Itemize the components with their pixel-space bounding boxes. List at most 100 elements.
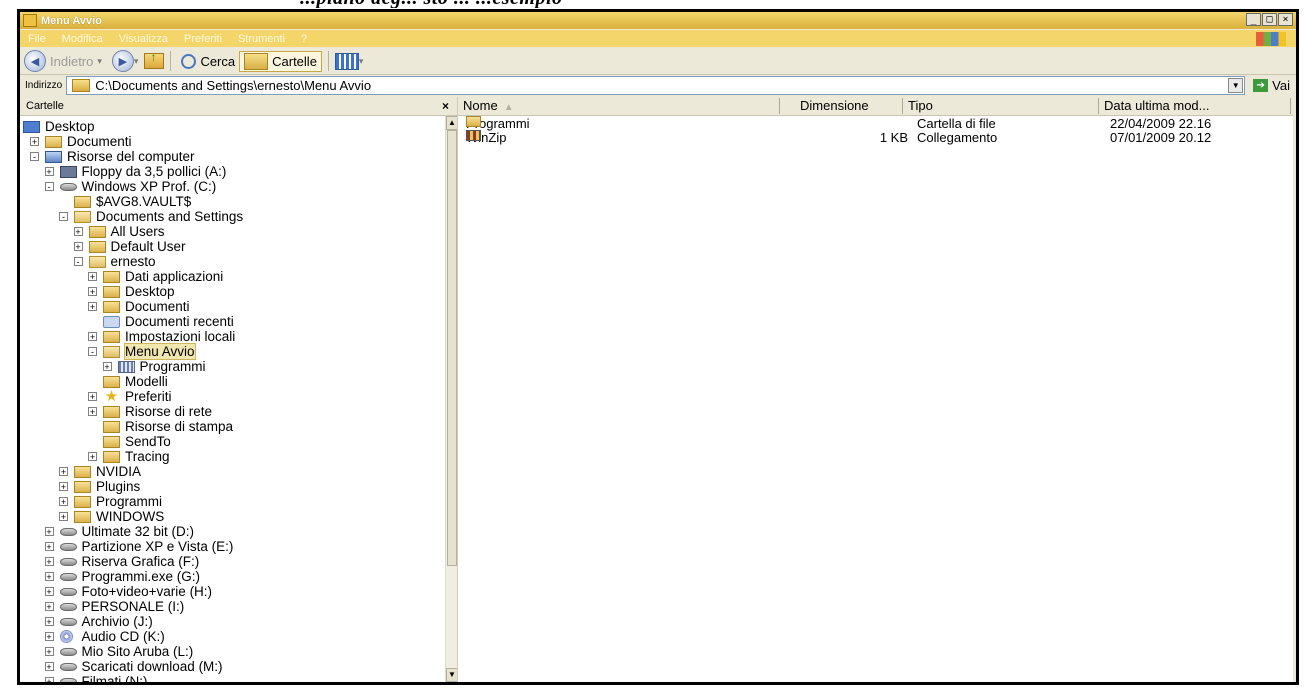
tree-item[interactable]: - ernesto (73, 254, 156, 269)
tree-item[interactable]: + All Users (73, 224, 165, 239)
expand-icon[interactable]: + (88, 332, 97, 342)
tree-item[interactable]: Desktop (23, 119, 95, 134)
expand-icon[interactable]: + (59, 512, 68, 522)
tree-item[interactable]: + NVIDIA (59, 464, 141, 479)
expand-icon[interactable]: + (44, 632, 54, 642)
expand-icon[interactable]: + (59, 497, 68, 507)
menu-visualizza[interactable]: Visualizza (119, 33, 168, 45)
tree-item[interactable]: + Documenti (88, 299, 190, 314)
tree-scrollbar[interactable]: ▲ ▼ (445, 116, 457, 682)
menu-preferiti[interactable]: Preferiti (184, 33, 222, 45)
expand-icon[interactable]: + (88, 407, 97, 417)
expand-icon[interactable]: + (44, 602, 54, 612)
expand-icon[interactable]: + (88, 287, 97, 297)
expand-icon[interactable]: + (88, 392, 97, 402)
go-button[interactable]: ➔ Vai (1253, 78, 1290, 93)
tree-item[interactable]: + PERSONALE (I:) (44, 599, 184, 614)
tree-item[interactable]: + Archivio (J:) (44, 614, 153, 629)
expand-icon[interactable]: + (44, 617, 54, 627)
menu-help[interactable]: ? (301, 33, 307, 45)
expand-icon[interactable]: + (44, 647, 54, 657)
tree-item[interactable]: + Impostazioni locali (88, 329, 235, 344)
file-row[interactable]: WinZip 1 KB Collegamento 07/01/2009 20.12 (466, 130, 1286, 145)
collapse-icon[interactable]: - (59, 212, 68, 222)
tree-item[interactable]: + ★ Preferiti (88, 389, 172, 404)
tree-item[interactable]: + Programmi (59, 494, 162, 509)
tree-item[interactable]: + Partizione XP e Vista (E:) (44, 539, 233, 554)
close-button[interactable]: × (1278, 13, 1293, 26)
tree-item[interactable]: + Desktop (88, 284, 175, 299)
tree-item[interactable]: + Foto+video+varie (H:) (44, 584, 212, 599)
scroll-up-icon[interactable]: ▲ (446, 116, 457, 130)
tree-item[interactable]: + Riserva Grafica (F:) (44, 554, 199, 569)
tree-item[interactable]: + Programmi.exe (G:) (44, 569, 200, 584)
column-name[interactable]: Nome ▲ (458, 98, 780, 114)
expand-icon[interactable]: + (88, 272, 97, 282)
tree-item[interactable]: + Risorse di rete (88, 404, 212, 419)
folders-button[interactable]: Cartelle (239, 50, 322, 72)
tree-item[interactable]: + Tracing (88, 449, 170, 464)
expand-icon[interactable]: + (44, 572, 54, 582)
menu-strumenti[interactable]: Strumenti (238, 33, 285, 45)
expand-icon[interactable]: + (59, 482, 68, 492)
collapse-icon[interactable]: - (30, 152, 39, 162)
back-dropdown-icon[interactable]: ▾ (97, 56, 102, 67)
expand-icon[interactable]: + (44, 587, 54, 597)
tree-item[interactable]: + Floppy da 3,5 pollici (A:) (44, 164, 226, 179)
collapse-icon[interactable]: - (88, 347, 97, 357)
column-date[interactable]: Data ultima mod... (1099, 98, 1291, 114)
minimize-button[interactable]: _ (1246, 13, 1261, 26)
expand-icon[interactable]: + (88, 302, 97, 312)
tree-item[interactable]: SendTo (88, 434, 171, 449)
tree-item[interactable]: - Windows XP Prof. (C:) (44, 179, 216, 194)
back-arrow-icon[interactable]: ◀ (24, 50, 46, 72)
expand-icon[interactable]: + (88, 452, 97, 462)
expand-icon[interactable]: + (44, 662, 54, 672)
views-dropdown-icon[interactable]: ▾ (359, 56, 364, 67)
menu-modifica[interactable]: Modifica (62, 33, 103, 45)
file-row[interactable]: Programmi Cartella di file 22/04/2009 22.1… (466, 116, 1286, 131)
tree-item[interactable]: $AVG8.VAULT$ (59, 194, 191, 209)
back-button[interactable]: Indietro (50, 54, 93, 69)
scroll-down-icon[interactable]: ▼ (446, 668, 457, 682)
tree-item[interactable]: + Scaricati download (M:) (44, 659, 223, 674)
expand-icon[interactable]: + (44, 167, 54, 177)
address-input[interactable]: C:\Documents and Settings\ernesto\Menu A… (66, 75, 1246, 95)
forward-button[interactable]: ▶ (111, 50, 134, 72)
views-icon[interactable] (334, 52, 359, 70)
tree-item[interactable]: - Menu Avvio (88, 343, 196, 360)
maximize-button[interactable]: □ (1262, 13, 1277, 26)
forward-dropdown-icon[interactable]: ▾ (134, 56, 139, 67)
tree-item[interactable]: + Plugins (59, 479, 140, 494)
expand-icon[interactable]: + (102, 362, 112, 372)
collapse-icon[interactable]: - (44, 182, 54, 192)
tree-item[interactable]: + Filmati (N:) (44, 674, 148, 682)
title-bar[interactable]: Menu Avvio _ □ × (20, 12, 1296, 29)
tree-item[interactable]: + Dati applicazioni (88, 269, 223, 284)
column-type[interactable]: Tipo (903, 98, 1099, 114)
tree-item[interactable]: + Programmi (102, 359, 206, 374)
collapse-icon[interactable]: - (73, 257, 83, 267)
expand-icon[interactable]: + (44, 527, 54, 537)
expand-icon[interactable]: + (73, 242, 83, 252)
search-button[interactable]: Cerca (177, 53, 239, 70)
tree-item[interactable]: Modelli (88, 374, 168, 389)
tree-item[interactable]: Documenti recenti (88, 314, 234, 329)
expand-icon[interactable]: + (73, 227, 83, 237)
tree-item[interactable]: + Mio Sito Aruba (L:) (44, 644, 193, 659)
menu-file[interactable]: File (28, 33, 46, 45)
close-pane-button[interactable]: × (442, 97, 449, 115)
tree-item[interactable]: + Audio CD (K:) (44, 629, 165, 644)
expand-icon[interactable]: + (59, 467, 68, 477)
expand-icon[interactable]: + (44, 542, 54, 552)
tree-item[interactable]: - Documents and Settings (59, 209, 243, 224)
tree-item[interactable]: + Ultimate 32 bit (D:) (44, 524, 194, 539)
expand-icon[interactable]: + (30, 137, 39, 147)
scroll-thumb[interactable] (447, 130, 457, 566)
expand-icon[interactable]: + (44, 677, 54, 682)
address-dropdown-icon[interactable]: ▼ (1228, 77, 1244, 93)
tree-item[interactable]: + Default User (73, 239, 186, 254)
tree-item[interactable]: + WINDOWS (59, 509, 164, 524)
tree-item[interactable]: - Risorse del computer (30, 149, 195, 164)
expand-icon[interactable]: + (44, 557, 54, 567)
